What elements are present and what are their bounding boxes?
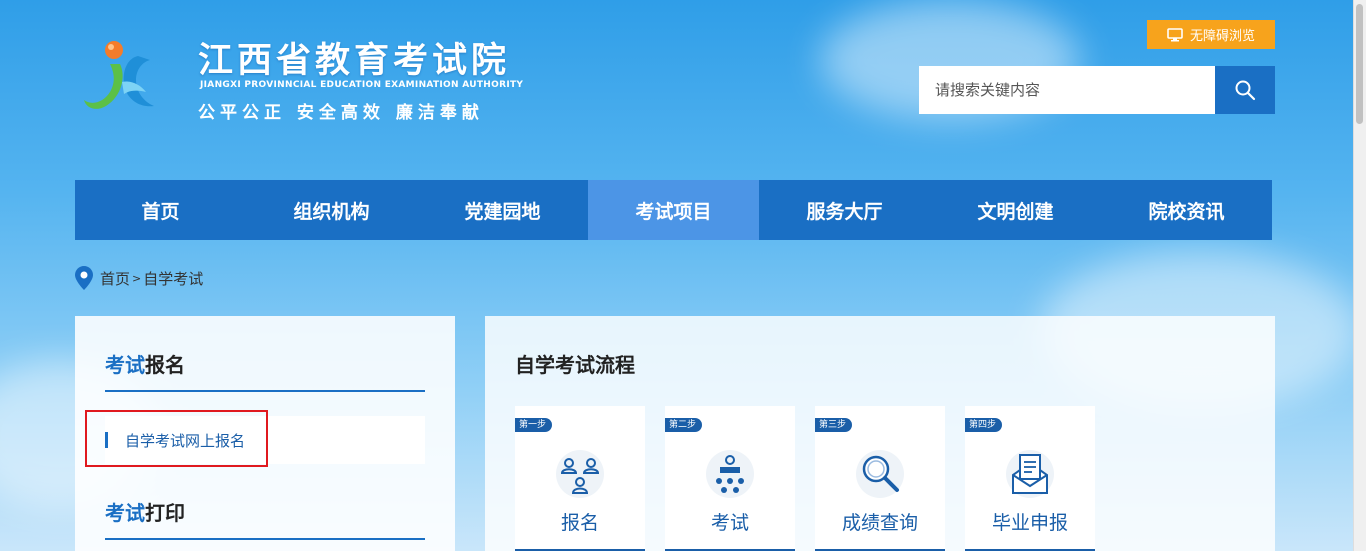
page-title: 自学考试流程 (515, 353, 635, 377)
nav-item-service-hall[interactable]: 服务大厅 (759, 180, 930, 240)
step-label: 成绩查询 (841, 512, 918, 534)
heading-accent: 考试 (105, 353, 145, 377)
heading-text: 报名 (145, 353, 185, 377)
site-title: 江西省教育考试院 (198, 41, 511, 81)
nav-item-exam-projects[interactable]: 考试项目 (588, 180, 759, 240)
site-slogan: 公平公正 安全高效 廉洁奉献 (198, 103, 484, 123)
sidebar: 考试报名 自学考试网上报名 考试打印 (75, 316, 455, 551)
sidebar-heading-print: 考试打印 (105, 497, 425, 540)
sidebar-heading-registration: 考试报名 (105, 349, 425, 392)
step-card-score-query[interactable]: 第三步 成绩查询 (815, 406, 945, 551)
search-icon (1235, 80, 1256, 101)
step-card-exam[interactable]: 第二步 考试 (665, 406, 795, 551)
highlight-box (85, 410, 268, 467)
breadcrumb-current: 自学考试 (143, 269, 204, 288)
certificate-icon (1006, 450, 1054, 498)
scrollbar-thumb[interactable] (1356, 4, 1363, 124)
exam-icon (706, 450, 754, 498)
nav-item-civilization[interactable]: 文明创建 (930, 180, 1101, 240)
heading-accent: 考试 (105, 501, 145, 525)
accessibility-label: 无障碍浏览 (1189, 29, 1255, 44)
step-card-register[interactable]: 第一步 报名 (515, 406, 645, 551)
step-label: 报名 (560, 512, 599, 534)
nav-item-home[interactable]: 首页 (75, 180, 246, 240)
location-pin-icon (75, 266, 93, 290)
breadcrumb: 首页 > 自学考试 (75, 266, 203, 290)
step-label: 考试 (710, 512, 749, 534)
nav-item-party-building[interactable]: 党建园地 (417, 180, 588, 240)
monitor-icon (1167, 27, 1183, 41)
accessibility-button[interactable]: 无障碍浏览 (1147, 20, 1275, 49)
search-input[interactable] (919, 66, 1215, 114)
scrollbar[interactable] (1353, 0, 1366, 551)
step-label: 毕业申报 (991, 512, 1068, 534)
site-logo[interactable] (78, 36, 164, 122)
step-card-graduation[interactable]: 第四步 毕业申报 (965, 406, 1095, 551)
breadcrumb-separator: > (132, 271, 142, 285)
heading-text: 打印 (145, 501, 185, 525)
breadcrumb-home[interactable]: 首页 (100, 268, 130, 289)
step-badge: 第四步 (965, 418, 1003, 432)
search-button[interactable] (1215, 66, 1275, 114)
users-icon (556, 450, 604, 498)
nav-item-college-news[interactable]: 院校资讯 (1101, 180, 1272, 240)
search-bar (919, 66, 1275, 114)
step-badge: 第二步 (665, 418, 703, 432)
step-badge: 第三步 (815, 418, 853, 432)
site-subtitle: JIANGXI PROVINNCIAL EDUCATION EXAMINATIO… (200, 80, 524, 90)
main-panel: 自学考试流程 第一步 报名 第二步 考试 第三步 成绩查询 第四步 毕业申报 (485, 316, 1275, 551)
nav-item-organization[interactable]: 组织机构 (246, 180, 417, 240)
magnifier-icon (856, 450, 904, 498)
step-badge: 第一步 (515, 418, 553, 432)
main-nav: 首页 组织机构 党建园地 考试项目 服务大厅 文明创建 院校资讯 (75, 180, 1272, 240)
